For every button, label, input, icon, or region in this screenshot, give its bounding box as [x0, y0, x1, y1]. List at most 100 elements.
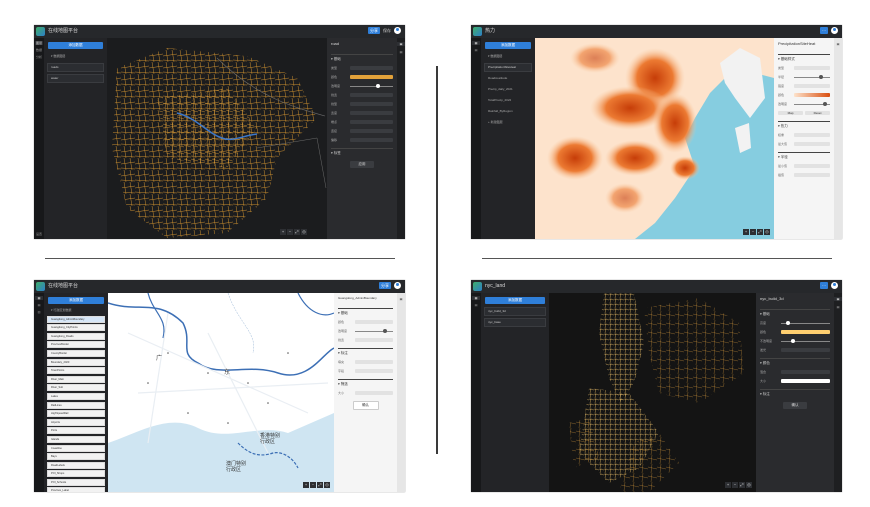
layer-item[interactable]: TotalPrecip_2022: [484, 96, 532, 105]
user-avatar[interactable]: [394, 27, 401, 34]
props-section[interactable]: ▾ 标签: [331, 148, 393, 156]
layer-item[interactable]: Guangdong_Roads: [47, 332, 105, 340]
prop-input[interactable]: [354, 391, 393, 395]
prop-input[interactable]: [354, 338, 393, 342]
prop-input[interactable]: [349, 111, 393, 115]
zoom-in-button[interactable]: +: [303, 482, 309, 488]
fullscreen-button[interactable]: ⤢: [739, 482, 745, 488]
props-section[interactable]: ▾ 基础: [338, 308, 393, 316]
side-tab[interactable]: ▣: [834, 297, 842, 301]
zoom-in-button[interactable]: +: [280, 229, 286, 235]
user-avatar[interactable]: [394, 282, 401, 289]
layer-item[interactable]: Guangdong_AdminBoundary: [47, 315, 105, 323]
layer-item[interactable]: CountyBorder: [47, 349, 105, 357]
layer-item[interactable]: Boundary_2020: [47, 358, 105, 366]
prop-input[interactable]: [793, 133, 830, 137]
tab-layers[interactable]: ▦: [35, 296, 43, 300]
layer-item[interactable]: RoadLabels: [47, 461, 105, 469]
props-section[interactable]: ▾ 颜色: [760, 358, 830, 366]
props-section[interactable]: ▾ 半径: [778, 152, 830, 160]
color-ramp[interactable]: [793, 93, 830, 97]
tab-layers[interactable]: 图层: [35, 41, 43, 45]
color-picker[interactable]: [781, 330, 830, 334]
layer-group[interactable]: ▾ 行政区划数据: [47, 307, 105, 314]
prop-select[interactable]: [354, 369, 393, 373]
apply-button[interactable]: 确认: [352, 401, 379, 410]
layer-item[interactable]: PrecipitationSiteHeat: [484, 63, 532, 72]
zoom-in-button[interactable]: +: [725, 482, 731, 488]
apply-button[interactable]: 确认: [783, 402, 807, 409]
color-ramp[interactable]: [781, 379, 830, 383]
add-layer-button[interactable]: 添加数据: [485, 297, 545, 304]
tab-settings[interactable]: 设置: [35, 232, 43, 236]
add-layer-button[interactable]: 添加数据: [48, 297, 104, 304]
side-tab[interactable]: ▣: [397, 42, 405, 46]
prop-input[interactable]: [793, 142, 830, 146]
zoom-out-button[interactable]: −: [750, 229, 756, 235]
props-section[interactable]: ▾ 筛选: [338, 379, 393, 387]
prop-select[interactable]: [354, 360, 393, 364]
layer-item[interactable]: Guangdong_CityPoints: [47, 324, 105, 332]
map-canvas[interactable]: 广 东 香港特别行政区 澳门特别行政区 + − ⤢ ◎: [108, 293, 334, 492]
prop-select[interactable]: [793, 66, 830, 70]
prop-input[interactable]: [349, 102, 393, 106]
user-avatar[interactable]: [831, 27, 838, 34]
tab-data[interactable]: 数据: [35, 48, 43, 52]
layer-item[interactable]: TownPoints: [47, 367, 105, 375]
layer-item[interactable]: Bays: [47, 453, 105, 461]
props-section[interactable]: ▾ 热力: [778, 121, 830, 129]
share-button[interactable]: 分享: [368, 27, 380, 34]
layer-item[interactable]: Rainfall_ByRegion: [484, 107, 532, 116]
reset-button[interactable]: Reset: [805, 111, 830, 115]
layer-item[interactable]: nyc_base: [484, 318, 546, 327]
zoom-out-button[interactable]: −: [287, 229, 293, 235]
map-canvas[interactable]: + − ⤢ ◎: [107, 38, 327, 239]
layer-item[interactable]: roads: [47, 63, 104, 72]
side-tab[interactable]: ▣: [397, 297, 405, 301]
props-section[interactable]: ▾ 基础样式: [778, 54, 830, 62]
fullscreen-button[interactable]: ⤢: [317, 482, 323, 488]
layer-item[interactable]: River_Main: [47, 375, 105, 383]
opacity-slider[interactable]: [781, 339, 830, 343]
layer-item[interactable]: RoadsLatitude: [484, 74, 532, 83]
layer-item[interactable]: Airports: [47, 418, 105, 426]
prop-select[interactable]: [349, 66, 393, 70]
opacity-slider[interactable]: [354, 329, 393, 333]
locate-button[interactable]: ◎: [301, 229, 307, 235]
map-button[interactable]: Map: [778, 111, 803, 115]
layer-item[interactable]: Province_Label: [47, 487, 105, 492]
tab-data[interactable]: ▤: [35, 303, 43, 307]
locate-button[interactable]: ◎: [764, 229, 770, 235]
prop-input[interactable]: [793, 84, 830, 88]
prop-input[interactable]: [793, 173, 830, 177]
fullscreen-button[interactable]: ⤢: [294, 229, 300, 235]
side-tab[interactable]: ▤: [397, 50, 405, 54]
layer-item[interactable]: water: [47, 74, 104, 83]
layer-item[interactable]: HighSpeedRail: [47, 410, 105, 418]
user-avatar[interactable]: [831, 282, 838, 289]
layer-item[interactable]: River_Sub: [47, 384, 105, 392]
zoom-out-button[interactable]: −: [732, 482, 738, 488]
layer-group[interactable]: ▾ 数据图层: [47, 52, 104, 61]
side-tab[interactable]: ▤: [834, 305, 842, 309]
side-tab[interactable]: ▣: [834, 42, 842, 46]
locate-button[interactable]: ◎: [324, 482, 330, 488]
prop-select[interactable]: [781, 370, 830, 374]
locate-button[interactable]: ◎: [746, 482, 752, 488]
layer-item[interactable]: Precip_daily_2021: [484, 85, 532, 94]
tab-analysis[interactable]: ▥: [35, 310, 43, 314]
save-link[interactable]: 保存: [383, 27, 391, 34]
layer-item[interactable]: nyc_build_3d: [484, 307, 546, 316]
fullscreen-button[interactable]: ⤢: [757, 229, 763, 235]
layer-item[interactable]: ProvinceBorder: [47, 341, 105, 349]
tab-data[interactable]: ▤: [472, 48, 480, 52]
color-picker[interactable]: [349, 75, 393, 79]
share-button[interactable]: 分享: [379, 282, 391, 289]
layer-item[interactable]: RailLines: [47, 401, 105, 409]
apply-button[interactable]: 应用: [350, 161, 374, 168]
prop-input[interactable]: [793, 164, 830, 168]
share-button[interactable]: ···: [820, 282, 828, 289]
radius-slider[interactable]: [793, 75, 830, 79]
share-button[interactable]: ···: [820, 27, 828, 34]
layer-item[interactable]: Ports: [47, 427, 105, 435]
